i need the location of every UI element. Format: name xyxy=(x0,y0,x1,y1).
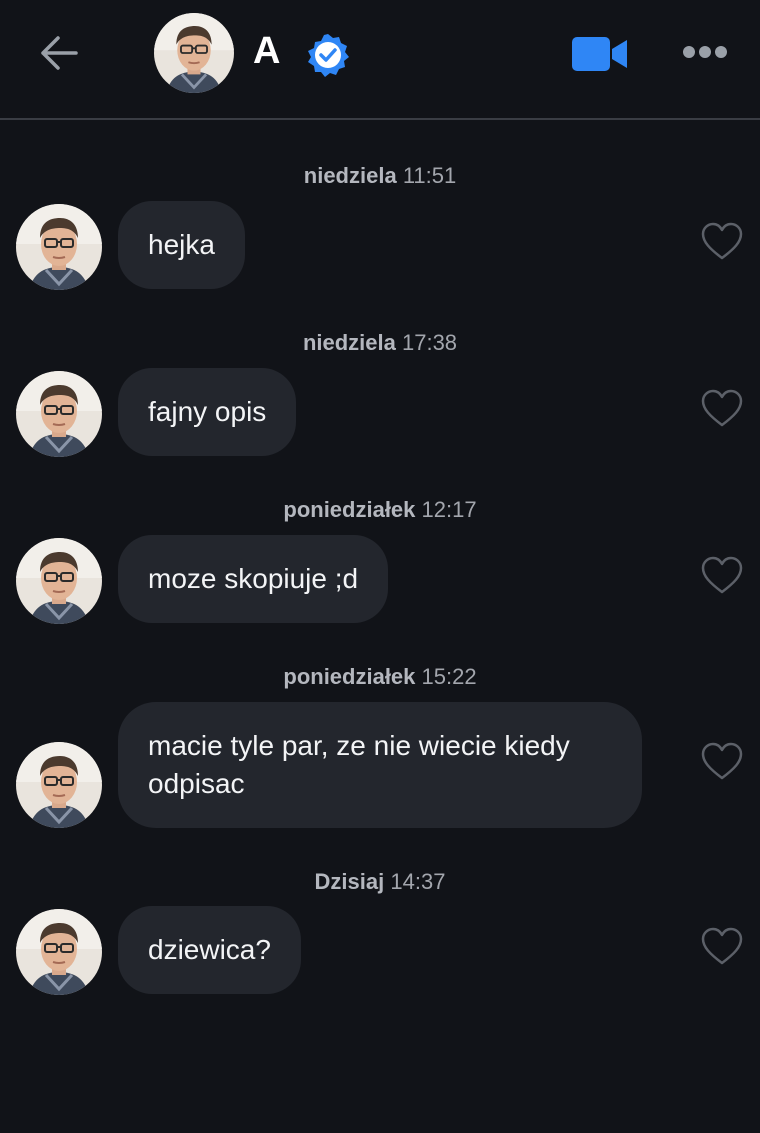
avatar-image xyxy=(154,13,234,93)
back-button[interactable] xyxy=(38,34,80,72)
timestamp-time: 12:17 xyxy=(421,497,477,522)
contact-name[interactable]: A xyxy=(253,30,281,73)
sender-avatar[interactable] xyxy=(16,371,102,457)
message-text: dziewica? xyxy=(148,934,271,965)
message-text: hejka xyxy=(148,229,215,260)
timestamp-day: niedziela xyxy=(302,330,396,355)
timestamp-day: niedziela xyxy=(303,163,397,188)
message-timestamp: niedziela 11:51 xyxy=(0,163,760,189)
sender-avatar[interactable] xyxy=(16,204,102,290)
chat-header: A xyxy=(0,0,760,120)
timestamp-time: 15:22 xyxy=(421,664,477,689)
message-bubble[interactable]: moze skopiuje ;d xyxy=(118,535,389,623)
verified-badge-icon xyxy=(305,32,351,78)
avatar-image xyxy=(16,204,102,290)
timestamp-time: 11:51 xyxy=(402,163,457,188)
timestamp-time: 17:38 xyxy=(401,330,458,355)
video-call-button[interactable] xyxy=(570,35,630,73)
heart-icon[interactable] xyxy=(700,221,744,261)
message-bubble[interactable]: fajny opis xyxy=(118,368,297,456)
message-timestamp: Dzisiaj 14:37 xyxy=(0,869,760,895)
sender-avatar[interactable] xyxy=(16,742,102,828)
message-bubble[interactable]: dziewica? xyxy=(118,906,301,994)
avatar-image xyxy=(16,909,102,995)
heart-icon[interactable] xyxy=(700,741,744,781)
video-camera-icon xyxy=(572,37,627,71)
sender-avatar[interactable] xyxy=(16,909,102,995)
avatar-image xyxy=(16,538,102,624)
more-dots-icon xyxy=(683,46,727,58)
message-bubble[interactable]: macie tyle par, ze nie wiecie kiedy odpi… xyxy=(118,702,642,828)
message-text: fajny opis xyxy=(148,396,267,427)
message-text: moze skopiuje ;d xyxy=(148,563,359,594)
message-text: macie tyle par, ze nie wiecie kiedy odpi… xyxy=(148,730,570,799)
more-options-button[interactable] xyxy=(682,44,728,60)
message-bubble[interactable]: hejka xyxy=(118,201,245,289)
message-timestamp: poniedziałek 15:22 xyxy=(0,664,760,690)
message-timestamp: poniedziałek 12:17 xyxy=(0,497,760,523)
heart-icon[interactable] xyxy=(700,388,744,428)
sender-avatar[interactable] xyxy=(16,538,102,624)
avatar-image xyxy=(16,742,102,828)
message-timestamp: niedziela 17:38 xyxy=(0,330,760,356)
timestamp-day: poniedziałek xyxy=(283,664,416,689)
arrow-left-icon xyxy=(41,36,78,70)
heart-icon[interactable] xyxy=(700,926,744,966)
avatar-image xyxy=(16,371,102,457)
contact-avatar[interactable] xyxy=(154,13,234,93)
heart-icon[interactable] xyxy=(700,555,744,595)
timestamp-day: Dzisiaj xyxy=(314,869,385,894)
timestamp-day: poniedziałek xyxy=(283,497,416,522)
timestamp-time: 14:37 xyxy=(390,869,446,894)
